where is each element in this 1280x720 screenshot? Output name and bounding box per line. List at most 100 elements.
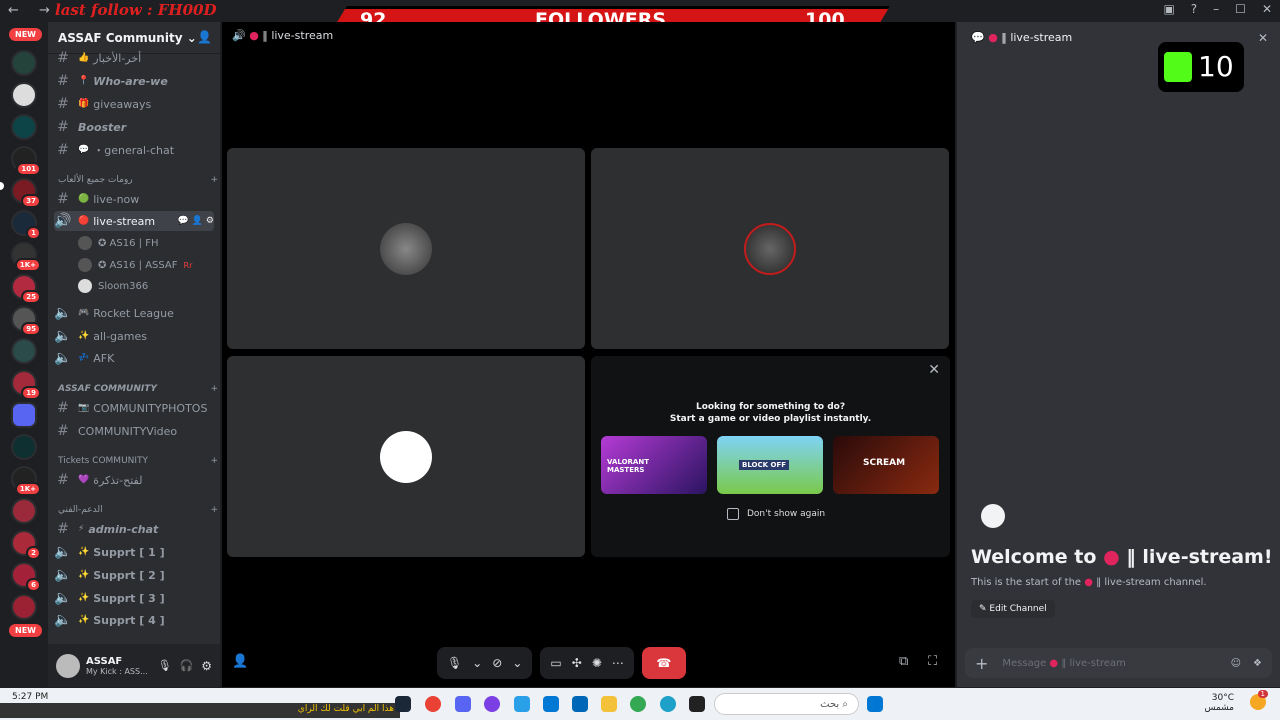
message-input[interactable]: + Message ● ‖ live-stream ☺ ❖ <box>965 648 1272 678</box>
discord-icon[interactable] <box>455 696 471 712</box>
voice-channel[interactable]: 🔈 💤 AFK <box>54 348 214 368</box>
voice-channel[interactable]: 🔈 🎮 Rocket League <box>54 303 214 323</box>
minimize-icon[interactable]: – <box>1213 2 1219 16</box>
category-header[interactable]: الدعم-الفني + <box>58 505 218 515</box>
server-icon[interactable] <box>11 50 37 76</box>
server-icon[interactable]: 95 <box>11 306 41 336</box>
server-icon[interactable] <box>11 434 37 460</box>
mic-toggle[interactable]: 🎙 ⌄ ⊘ ⌄ <box>437 647 533 679</box>
channel-item[interactable]: # 📷 COMMUNITYPHOTOS <box>54 398 214 418</box>
app-icon[interactable] <box>689 696 705 712</box>
maximize-icon[interactable]: ☐ <box>1235 2 1246 16</box>
server-icon[interactable]: 19 <box>11 370 41 400</box>
headphones-icon[interactable]: 🎧 <box>180 659 194 672</box>
inbox-icon[interactable]: ▣ <box>1163 2 1174 16</box>
fullscreen-icon[interactable]: ⛶ <box>928 654 937 669</box>
voice-user[interactable]: ✪ AS16 | ASSAF Rr <box>78 256 192 274</box>
voice-user[interactable]: ✪ AS16 | FH <box>78 234 158 252</box>
voice-channel[interactable]: 🔈 ✨ Supprt [ 3 ] <box>54 588 214 608</box>
end-call-button[interactable]: ☎ <box>641 647 686 679</box>
close-icon[interactable]: ✕ <box>1262 2 1272 16</box>
settings-gear-icon[interactable]: ⚙ <box>201 659 212 673</box>
windows-start-icon[interactable] <box>867 696 883 712</box>
emoji-icon[interactable]: ☺ <box>1231 658 1241 669</box>
user-panel: ASSAF My Kick : ASS... 🎙 🎧 ⚙ <box>48 644 220 687</box>
voice-channel[interactable]: 🔈 ✨ Supprt [ 4 ] <box>54 610 214 630</box>
app-icon[interactable] <box>514 696 530 712</box>
add-attachment-icon[interactable]: + <box>975 654 988 673</box>
help-icon[interactable]: ? <box>1191 2 1197 16</box>
category-header[interactable]: ASSAF COMMUNITY + <box>58 384 218 394</box>
server-icon[interactable] <box>11 594 37 620</box>
add-member-icon[interactable]: 👤 <box>197 30 212 44</box>
channel-item-active[interactable]: 🔊 🔴 live-stream 💬 👤 ⚙ <box>54 211 214 231</box>
speaker-icon: 🔈 <box>54 590 72 606</box>
hash-icon: # <box>57 191 69 207</box>
server-icon[interactable]: 6 <box>11 562 41 592</box>
store-icon[interactable] <box>572 696 588 712</box>
category-header[interactable]: رومات جميع الألعاب + <box>58 175 218 185</box>
channel-item[interactable]: # 🟢 live-now <box>54 189 214 209</box>
channel-item[interactable]: # 💬 ・general-chat <box>54 140 214 160</box>
avatar[interactable] <box>56 653 80 678</box>
channel-item[interactable]: # ⚡ admin-chat <box>54 519 214 539</box>
chat-bubble-icon <box>981 504 1005 528</box>
folder-icon[interactable] <box>11 402 37 428</box>
server-icon[interactable]: 2 <box>11 530 41 560</box>
dont-show-again-option[interactable]: Don't show again <box>727 508 825 520</box>
server-icon[interactable] <box>11 338 37 364</box>
server-icon[interactable]: 37 <box>11 178 41 208</box>
server-icon[interactable] <box>11 114 37 140</box>
voice-user[interactable]: Sloom366 <box>78 277 148 295</box>
server-rail: NEW 101 37 1 1K+ 25 95 19 1K+ 2 6 NEW <box>0 22 48 687</box>
server-icon[interactable]: 1 <box>11 210 41 240</box>
channel-item[interactable]: # Booster <box>54 117 214 137</box>
apps-icon[interactable]: ❖ <box>1253 658 1262 669</box>
back-forward-icons[interactable]: ← → <box>8 3 58 18</box>
close-icon[interactable]: ✕ <box>1258 31 1268 45</box>
outlook-icon[interactable] <box>543 696 559 712</box>
channel-item[interactable]: # 🎁 giveaways <box>54 94 214 114</box>
steam-icon[interactable] <box>395 696 411 712</box>
channel-item[interactable]: # 👍 أخر-الأخبار <box>54 48 214 68</box>
taskbar-search[interactable]: بحث ⌕ <box>714 693 859 715</box>
mic-icon[interactable]: 🎙 <box>158 659 172 672</box>
search-icon: ⌕ <box>842 698 848 710</box>
channel-item[interactable]: # 📍 Who-are-we <box>54 71 214 91</box>
edit-channel-button[interactable]: ✎ Edit Channel <box>971 600 1055 618</box>
checkbox[interactable] <box>727 508 739 520</box>
game-card-blocks[interactable]: BLOCK OFF <box>717 436 823 494</box>
voice-channel[interactable]: 🔈 ✨ Supprt [ 1 ] <box>54 542 214 562</box>
voice-channel[interactable]: 🔈 ✨ Supprt [ 2 ] <box>54 565 214 585</box>
server-icon[interactable]: 25 <box>11 274 41 304</box>
game-card-valorant[interactable]: VALORANT MASTERS <box>601 436 707 494</box>
participant-tile[interactable] <box>227 356 585 557</box>
server-icon[interactable]: 1K+ <box>11 466 41 496</box>
app-icon[interactable] <box>425 696 441 712</box>
avatar <box>380 222 432 275</box>
popout-icon[interactable]: ⧉ <box>899 654 908 669</box>
chrome-icon[interactable] <box>630 696 646 712</box>
speaker-icon: 🔈 <box>54 305 72 321</box>
close-icon[interactable]: ✕ <box>928 362 940 378</box>
activity-tools[interactable]: ▭ ✣ ✺ ⋯ <box>540 647 634 679</box>
channel-item[interactable]: # COMMUNITYVideo <box>54 421 214 441</box>
game-card-scream[interactable]: SCREAM <box>833 436 939 494</box>
server-icon[interactable] <box>11 498 37 524</box>
server-icon[interactable]: 1K+ <box>11 242 41 272</box>
channel-item[interactable]: # 💜 لفتح-تذكرة <box>54 470 214 490</box>
server-icon[interactable]: 101 <box>11 146 41 176</box>
invite-user-icon[interactable]: 👤 <box>232 654 248 669</box>
participant-tile[interactable] <box>591 148 949 349</box>
participant-tile[interactable] <box>227 148 585 349</box>
weather-widget[interactable]: 30°C مشمس <box>1204 693 1234 713</box>
file-explorer-icon[interactable] <box>601 696 617 712</box>
voice-channel[interactable]: 🔈 ✨ all-games <box>54 326 214 346</box>
server-icon[interactable] <box>11 82 37 108</box>
pencil-icon: ✎ <box>979 604 987 614</box>
speaker-icon: 🔈 <box>54 567 72 583</box>
category-header[interactable]: Tickets COMMUNITY + <box>58 456 218 466</box>
edge-icon[interactable] <box>660 696 676 712</box>
browser-icon[interactable] <box>484 696 500 712</box>
window-controls[interactable]: ▣ ? – ☐ ✕ <box>1163 2 1272 16</box>
